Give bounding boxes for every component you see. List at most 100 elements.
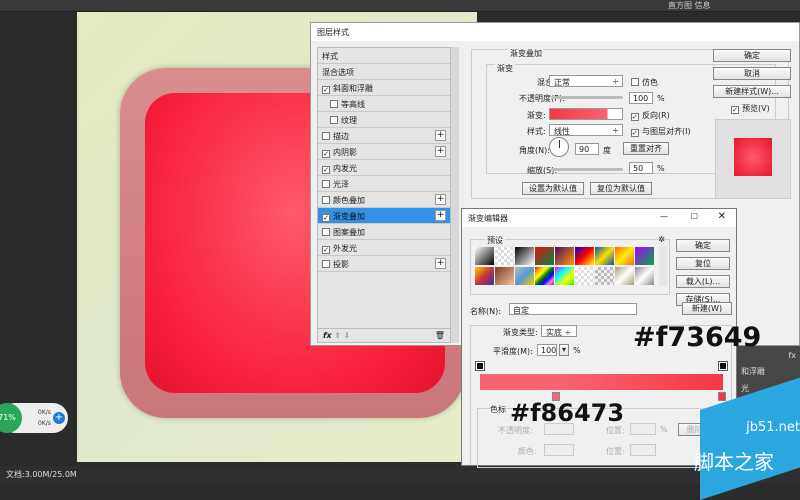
checkbox[interactable] (322, 228, 330, 236)
gradient-preset-swatch[interactable] (555, 247, 574, 265)
style-item[interactable]: 纹理 (318, 112, 450, 128)
gradient-preset-swatch[interactable] (575, 247, 594, 265)
reverse-checkbox[interactable]: ✓ 反向(R) (631, 110, 670, 121)
preview-checkbox[interactable]: ✓ 预览(V) (731, 103, 770, 114)
checkbox[interactable]: ✓ (322, 166, 330, 174)
align-checkbox[interactable]: ✓ 与图层对齐(I) (631, 126, 691, 137)
load-button[interactable]: 载入(L)... (676, 275, 730, 288)
new-button[interactable]: 新建(W) (682, 302, 732, 315)
angle-input[interactable]: 90 (575, 143, 599, 155)
gradient-preset-swatch[interactable] (575, 267, 594, 285)
tab-info[interactable]: 信息 (695, 1, 711, 10)
gradient-preset-swatch[interactable] (535, 267, 554, 285)
angle-dial[interactable] (549, 137, 569, 157)
opacity-slider[interactable] (551, 96, 623, 99)
tab-histogram[interactable]: 直方图 (668, 1, 692, 10)
gradient-preset-swatch[interactable] (475, 247, 494, 265)
style-select[interactable]: 线性 ÷ (549, 124, 623, 136)
checkbox[interactable]: ✓ (322, 150, 330, 158)
plus-icon[interactable]: + (53, 412, 65, 424)
style-item[interactable]: 混合选项 (318, 64, 450, 80)
dither-checkbox[interactable]: 仿色 (631, 77, 658, 88)
style-item-label: 纹理 (341, 116, 357, 125)
maximize-icon[interactable]: ☐ (691, 212, 698, 221)
checkbox[interactable] (322, 196, 330, 204)
fx-button[interactable]: fx (323, 331, 332, 340)
style-item[interactable]: 描边 + (318, 128, 450, 144)
layer-effect[interactable]: 和浮雕 (741, 366, 796, 377)
minimize-icon[interactable]: — (660, 212, 668, 221)
style-item[interactable]: ✓ 内阴影 + (318, 144, 450, 160)
panel-tabs[interactable]: 直方图 信息 (668, 0, 711, 11)
style-item[interactable]: 投影 + (318, 256, 450, 272)
new-style-button[interactable]: 新建样式(W)... (713, 85, 791, 98)
gradient-preset-swatch[interactable] (515, 247, 534, 265)
style-item[interactable]: ✓ 内发光 (318, 160, 450, 176)
name-input[interactable]: 自定 (509, 303, 637, 315)
checkbox[interactable]: ✓ (322, 86, 330, 94)
reset-align-button[interactable]: 重置对齐 (623, 142, 669, 155)
gradient-preset-swatch[interactable] (495, 267, 514, 285)
style-item[interactable]: ✓ 外发光 (318, 240, 450, 256)
close-icon[interactable]: ✕ (718, 211, 726, 222)
add-icon[interactable]: + (435, 210, 446, 221)
gradient-preset-swatch[interactable] (615, 247, 634, 265)
opacity-stop-left[interactable] (475, 361, 485, 371)
gradient-preset-swatch[interactable] (635, 247, 654, 265)
color-stop-end[interactable] (718, 392, 726, 401)
gradient-preset-swatch[interactable] (515, 267, 534, 285)
smooth-input[interactable]: 100 (537, 344, 557, 356)
cancel-button[interactable]: 取消 (713, 67, 791, 80)
checkbox[interactable]: ✓ (322, 246, 330, 254)
style-item[interactable]: 样式 (318, 48, 450, 64)
gradient-preset-swatch[interactable] (635, 267, 654, 285)
style-item[interactable]: ✓ 斜面和浮雕 (318, 80, 450, 96)
checkbox[interactable]: ✓ (322, 214, 330, 222)
gradient-preset-swatch[interactable] (595, 267, 614, 285)
gradient-preset-swatch[interactable] (595, 247, 614, 265)
add-icon[interactable]: + (435, 258, 446, 269)
type-select[interactable]: 实底 ÷ (541, 325, 577, 337)
checkbox[interactable] (322, 260, 330, 268)
gradient-preset-swatch[interactable] (535, 247, 554, 265)
opacity-stop-right[interactable] (718, 361, 728, 371)
stop-color-swatch[interactable] (544, 444, 574, 456)
list-scrollbar[interactable] (451, 47, 459, 343)
style-item[interactable]: 等高线 (318, 96, 450, 112)
add-icon[interactable]: + (435, 130, 446, 141)
reset-default-button[interactable]: 复位为默认值 (590, 182, 652, 195)
add-icon[interactable]: + (435, 146, 446, 157)
smooth-dropdown[interactable]: ▾ (559, 344, 569, 356)
move-up-icon[interactable]: ⬆ (334, 331, 341, 340)
gradient-picker[interactable] (549, 108, 623, 120)
gear-icon[interactable]: ✲ (658, 235, 665, 244)
opacity-input[interactable]: 100 (629, 92, 653, 104)
scale-input[interactable]: 50 (629, 162, 653, 174)
ok-button[interactable]: 确定 (676, 239, 730, 252)
style-item[interactable]: ✓ 渐变叠加 + (318, 208, 450, 224)
reset-button[interactable]: 复位 (676, 257, 730, 270)
presets-scrollbar[interactable] (659, 246, 667, 286)
style-item[interactable]: 图案叠加 (318, 224, 450, 240)
checkbox[interactable] (330, 100, 338, 108)
gradient-preset-swatch[interactable] (495, 247, 514, 265)
add-icon[interactable]: + (435, 194, 446, 205)
style-item[interactable]: 光泽 (318, 176, 450, 192)
stop-location-input[interactable] (630, 423, 656, 435)
checkbox[interactable] (322, 180, 330, 188)
trash-icon[interactable]: 🗑 (435, 331, 445, 340)
move-down-icon[interactable]: ⬇ (343, 331, 350, 340)
style-item[interactable]: 颜色叠加 + (318, 192, 450, 208)
gradient-preset-swatch[interactable] (555, 267, 574, 285)
checkbox[interactable] (322, 132, 330, 140)
gradient-preset-swatch[interactable] (615, 267, 634, 285)
gradient-bar[interactable] (480, 374, 723, 390)
ok-button[interactable]: 确定 (713, 49, 791, 62)
scale-slider[interactable] (551, 168, 623, 171)
gradient-preset-swatch[interactable] (475, 267, 494, 285)
blend-mode-select[interactable]: 正常 ÷ (549, 75, 623, 87)
checkbox[interactable] (330, 116, 338, 124)
style-item-label: 光泽 (333, 180, 349, 189)
color-location-input[interactable] (630, 444, 656, 456)
set-default-button[interactable]: 设置为默认值 (522, 182, 584, 195)
